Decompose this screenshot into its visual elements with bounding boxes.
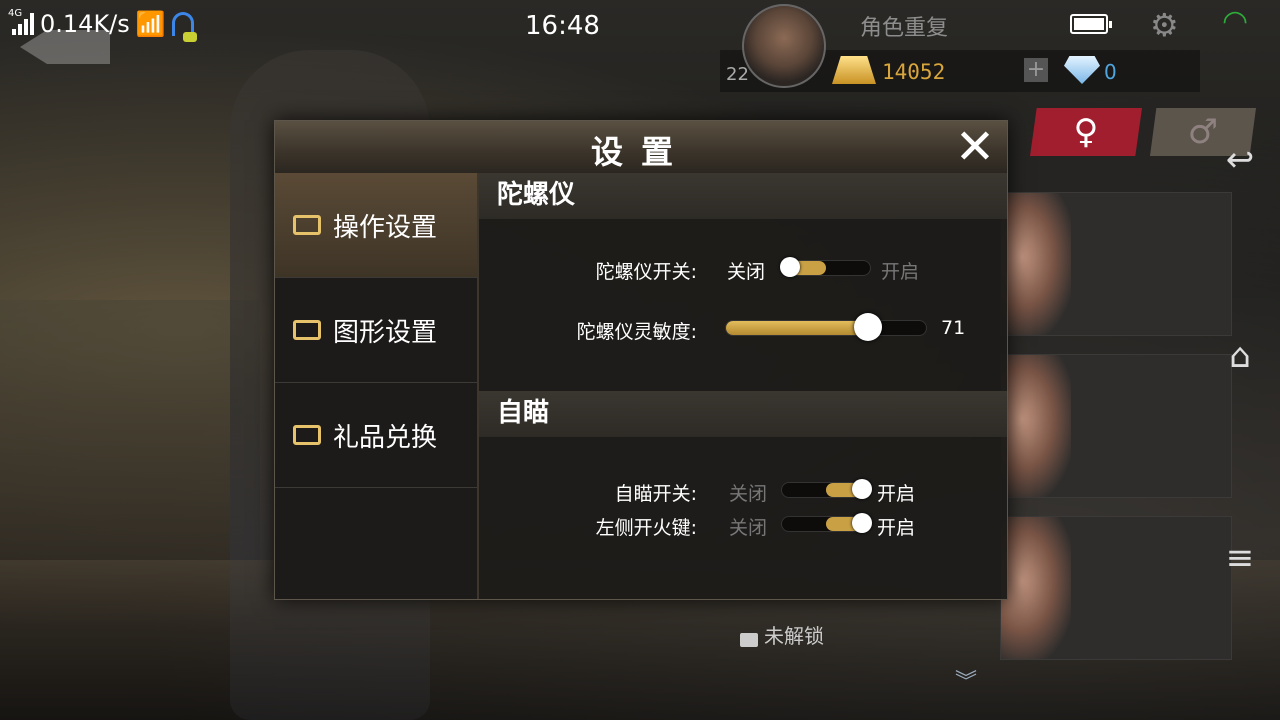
settings-dialog: 设置 ✕ 操作设置 图形设置 礼品兑换 陀螺仪 陀螺仪开关: 关闭 开启 陀螺仪… bbox=[274, 120, 1008, 600]
gyro-sensitivity-value: 71 bbox=[941, 317, 966, 339]
dialog-title: 设置 bbox=[590, 133, 691, 171]
gold-amount: 14052 bbox=[882, 60, 946, 84]
system-menu-button[interactable]: ≡ bbox=[1212, 538, 1268, 578]
aim-toggle[interactable] bbox=[781, 479, 872, 499]
close-button[interactable]: ✕ bbox=[953, 123, 997, 171]
character-portrait bbox=[1001, 193, 1071, 335]
settings-gear-icon[interactable]: ⚙ bbox=[1150, 6, 1179, 44]
gyro-section-header: 陀螺仪 bbox=[479, 173, 1007, 219]
locked-label: 未解锁 bbox=[764, 624, 824, 648]
network-speed: 0.14K/s bbox=[40, 10, 130, 38]
left-fire-on-option[interactable]: 开启 bbox=[877, 513, 915, 540]
status-left: 4G 0.14K/s 📶 bbox=[8, 8, 197, 42]
sidebar-item-graphics[interactable]: 图形设置 bbox=[275, 278, 477, 383]
left-fire-label: 左侧开火键: bbox=[595, 517, 697, 539]
gyro-toggle[interactable] bbox=[780, 257, 871, 277]
aim-section-header: 自瞄 bbox=[479, 391, 1007, 437]
battery-icon bbox=[1070, 14, 1112, 34]
character-portrait bbox=[1001, 517, 1071, 659]
status-bar: 4G 0.14K/s 📶 16:48 ⚙ ◠ bbox=[0, 0, 1280, 50]
left-fire-toggle[interactable] bbox=[781, 513, 872, 533]
character-portrait bbox=[1001, 355, 1071, 497]
player-level: 22 bbox=[726, 64, 749, 85]
wifi-icon: 📶 bbox=[135, 10, 166, 38]
gyro-switch-label: 陀螺仪开关: bbox=[595, 261, 697, 283]
tab-female[interactable]: ♀ bbox=[1030, 108, 1142, 156]
sidebar-item-label: 图形设置 bbox=[333, 317, 438, 348]
lock-icon bbox=[740, 632, 758, 647]
diamond-amount: 0 bbox=[1104, 60, 1117, 84]
gyro-sensitivity-slider[interactable] bbox=[725, 313, 927, 341]
aim-off-option[interactable]: 关闭 bbox=[729, 479, 767, 506]
locked-indicator: 未解锁 bbox=[740, 620, 824, 649]
controls-icon bbox=[293, 215, 321, 235]
graphics-icon bbox=[293, 320, 321, 340]
clock: 16:48 bbox=[525, 11, 600, 41]
character-card[interactable] bbox=[1000, 192, 1232, 336]
player-avatar[interactable] bbox=[742, 4, 826, 88]
sidebar-item-controls[interactable]: 操作设置 bbox=[275, 173, 477, 278]
gift-icon bbox=[293, 425, 321, 445]
wifi-signal-icon: ◠ bbox=[1222, 4, 1249, 39]
sidebar-item-gift-redeem[interactable]: 礼品兑换 bbox=[275, 383, 477, 488]
character-card[interactable] bbox=[1000, 354, 1232, 498]
network-type: 4G bbox=[8, 8, 23, 19]
gyro-off-option[interactable]: 关闭 bbox=[727, 257, 765, 284]
add-currency-button[interactable]: + bbox=[1024, 58, 1048, 82]
character-card[interactable] bbox=[1000, 516, 1232, 660]
system-home-button[interactable]: ⌂ bbox=[1212, 336, 1268, 376]
background-shelf bbox=[0, 300, 260, 560]
sidebar-item-label: 礼品兑换 bbox=[333, 422, 438, 453]
settings-content: 陀螺仪 陀螺仪开关: 关闭 开启 陀螺仪灵敏度: 71 自瞄 自瞄开关: 关闭 … bbox=[479, 173, 1007, 599]
role-title: 角色重复 bbox=[860, 16, 949, 41]
system-back-button[interactable]: ↩ bbox=[1212, 140, 1268, 180]
left-fire-off-option[interactable]: 关闭 bbox=[729, 513, 767, 540]
aim-switch-label: 自瞄开关: bbox=[614, 483, 697, 505]
dialog-header: 设置 ✕ bbox=[275, 121, 1007, 175]
aim-on-option[interactable]: 开启 bbox=[877, 479, 915, 506]
gyro-sensitivity-label: 陀螺仪灵敏度: bbox=[576, 321, 697, 343]
chevron-down-icon[interactable]: ︾ bbox=[955, 664, 977, 696]
gyro-on-option[interactable]: 开启 bbox=[881, 257, 919, 284]
headset-icon bbox=[171, 12, 197, 42]
sidebar-item-label: 操作设置 bbox=[333, 212, 438, 243]
settings-sidebar: 操作设置 图形设置 礼品兑换 bbox=[275, 173, 479, 599]
